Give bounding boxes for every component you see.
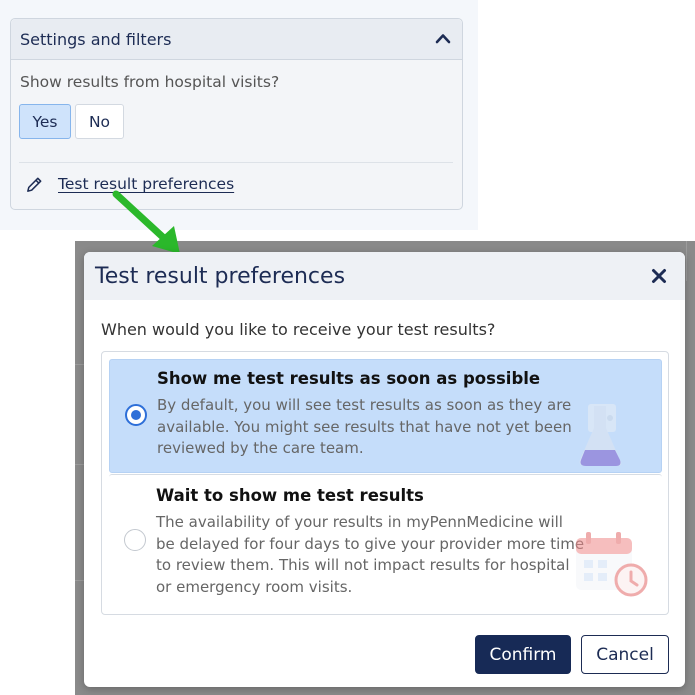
backdrop-detail bbox=[686, 241, 687, 281]
option-title: Show me test results as soon as possible bbox=[157, 369, 541, 388]
green-arrow-annotation bbox=[112, 190, 180, 254]
yes-toggle-button[interactable]: Yes bbox=[19, 104, 71, 139]
dialog-header: Test result preferences bbox=[84, 252, 685, 300]
settings-filters-panel: Settings and filters Show results from h… bbox=[10, 18, 463, 210]
dialog-question: When would you like to receive your test… bbox=[101, 320, 496, 339]
flask-icon bbox=[579, 404, 622, 466]
settings-filters-header[interactable]: Settings and filters bbox=[11, 19, 462, 60]
test-result-preferences-dialog: Test result preferences When would you l… bbox=[84, 252, 685, 687]
hospital-visits-question: Show results from hospital visits? bbox=[20, 73, 280, 91]
backdrop-detail bbox=[75, 464, 84, 465]
option-asap[interactable]: Show me test results as soon as possible… bbox=[109, 359, 662, 473]
options-group: Show me test results as soon as possible… bbox=[101, 351, 669, 615]
option-wait[interactable]: Wait to show me test results The availab… bbox=[109, 474, 662, 606]
chevron-up-icon[interactable] bbox=[434, 30, 452, 48]
settings-filters-title: Settings and filters bbox=[20, 29, 172, 49]
pencil-icon bbox=[27, 177, 42, 192]
no-toggle-button[interactable]: No bbox=[75, 104, 124, 139]
option-description: By default, you will see test results as… bbox=[157, 396, 572, 457]
option-description: The availability of your results in myPe… bbox=[156, 513, 585, 596]
calendar-icon bbox=[576, 532, 648, 597]
backdrop-detail bbox=[75, 580, 84, 581]
option-title: Wait to show me test results bbox=[156, 486, 424, 505]
confirm-button[interactable]: Confirm bbox=[475, 635, 571, 674]
radio-asap-selected[interactable] bbox=[125, 404, 147, 426]
radio-wait-unselected[interactable] bbox=[124, 529, 146, 551]
dialog-title: Test result preferences bbox=[95, 263, 346, 289]
divider bbox=[19, 162, 453, 163]
close-icon bbox=[652, 269, 666, 283]
cancel-button[interactable]: Cancel bbox=[581, 635, 669, 674]
close-button[interactable] bbox=[649, 266, 669, 286]
backdrop-detail bbox=[75, 364, 84, 365]
